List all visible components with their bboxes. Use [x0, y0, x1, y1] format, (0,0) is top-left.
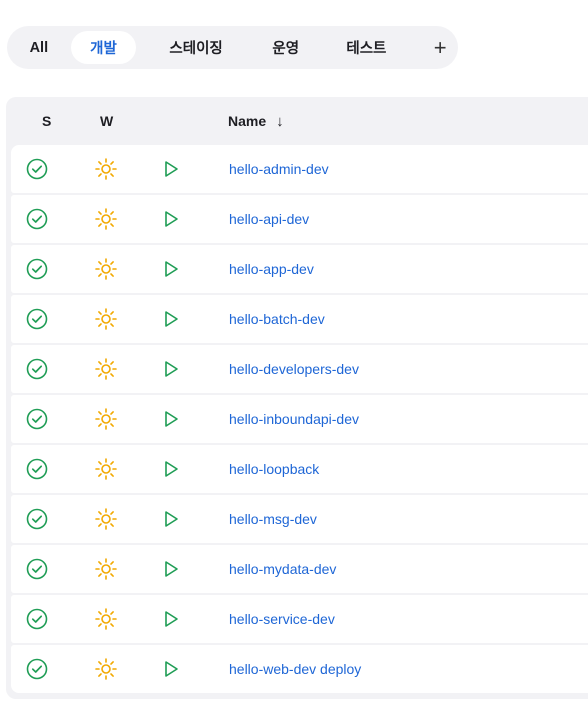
- jobs-table: S W Name ↓ hello-admin-dev hello-api-dev…: [6, 97, 588, 699]
- run-build-icon[interactable]: [156, 445, 186, 493]
- job-name-cell: hello-batch-dev: [229, 295, 325, 343]
- view-tabs: All 개발 스테이징 운영 테스트 +: [7, 26, 458, 69]
- header-name[interactable]: Name ↓: [228, 97, 284, 145]
- table-row: hello-mydata-dev: [11, 545, 588, 593]
- run-build-icon[interactable]: [156, 645, 186, 693]
- success-check-icon[interactable]: [22, 395, 52, 443]
- job-link[interactable]: hello-developers-dev: [229, 361, 359, 377]
- run-build-icon[interactable]: [156, 395, 186, 443]
- table-row: hello-msg-dev: [11, 495, 588, 543]
- success-check-icon[interactable]: [22, 495, 52, 543]
- table-body: hello-admin-dev hello-api-dev hello-app-…: [11, 145, 588, 695]
- tab-all[interactable]: All: [12, 31, 66, 64]
- job-name-cell: hello-web-dev deploy: [229, 645, 361, 693]
- sunny-icon[interactable]: [91, 295, 121, 343]
- sunny-icon[interactable]: [91, 145, 121, 193]
- run-build-icon[interactable]: [156, 595, 186, 643]
- job-link[interactable]: hello-mydata-dev: [229, 561, 336, 577]
- job-link[interactable]: hello-inboundapi-dev: [229, 411, 359, 427]
- success-check-icon[interactable]: [22, 245, 52, 293]
- run-build-icon[interactable]: [156, 345, 186, 393]
- job-name-cell: hello-admin-dev: [229, 145, 329, 193]
- sunny-icon[interactable]: [91, 395, 121, 443]
- tab-test[interactable]: 테스트: [334, 31, 400, 64]
- success-check-icon[interactable]: [22, 295, 52, 343]
- sunny-icon[interactable]: [91, 195, 121, 243]
- job-name-cell: hello-loopback: [229, 445, 319, 493]
- table-row: hello-inboundapi-dev: [11, 395, 588, 443]
- sunny-icon[interactable]: [91, 245, 121, 293]
- job-link[interactable]: hello-batch-dev: [229, 311, 325, 327]
- run-build-icon[interactable]: [156, 495, 186, 543]
- run-build-icon[interactable]: [156, 245, 186, 293]
- job-link[interactable]: hello-msg-dev: [229, 511, 317, 527]
- table-header: S W Name ↓: [6, 97, 588, 145]
- sunny-icon[interactable]: [91, 445, 121, 493]
- sunny-icon[interactable]: [91, 495, 121, 543]
- success-check-icon[interactable]: [22, 345, 52, 393]
- success-check-icon[interactable]: [22, 595, 52, 643]
- job-link[interactable]: hello-app-dev: [229, 261, 314, 277]
- job-name-cell: hello-developers-dev: [229, 345, 359, 393]
- sunny-icon[interactable]: [91, 345, 121, 393]
- header-status[interactable]: S: [42, 97, 51, 145]
- success-check-icon[interactable]: [22, 195, 52, 243]
- job-link[interactable]: hello-web-dev deploy: [229, 661, 361, 677]
- table-row: hello-admin-dev: [11, 145, 588, 193]
- run-build-icon[interactable]: [156, 545, 186, 593]
- sunny-icon[interactable]: [91, 545, 121, 593]
- run-build-icon[interactable]: [156, 295, 186, 343]
- job-name-cell: hello-msg-dev: [229, 495, 317, 543]
- table-row: hello-loopback: [11, 445, 588, 493]
- tab-dev[interactable]: 개발: [70, 31, 137, 64]
- table-row: hello-app-dev: [11, 245, 588, 293]
- job-link[interactable]: hello-loopback: [229, 461, 319, 477]
- job-link[interactable]: hello-admin-dev: [229, 161, 329, 177]
- tab-production[interactable]: 운영: [263, 31, 309, 64]
- table-row: hello-api-dev: [11, 195, 588, 243]
- sort-down-icon: ↓: [276, 112, 284, 130]
- table-row: hello-developers-dev: [11, 345, 588, 393]
- header-name-label: Name: [228, 113, 267, 129]
- success-check-icon[interactable]: [22, 545, 52, 593]
- job-name-cell: hello-mydata-dev: [229, 545, 336, 593]
- table-row: hello-service-dev: [11, 595, 588, 643]
- job-name-cell: hello-inboundapi-dev: [229, 395, 359, 443]
- job-link[interactable]: hello-api-dev: [229, 211, 309, 227]
- success-check-icon[interactable]: [22, 445, 52, 493]
- sunny-icon[interactable]: [91, 645, 121, 693]
- success-check-icon[interactable]: [22, 645, 52, 693]
- job-name-cell: hello-api-dev: [229, 195, 309, 243]
- add-tab-button[interactable]: +: [422, 31, 458, 64]
- tab-staging[interactable]: 스테이징: [149, 31, 242, 64]
- table-row: hello-web-dev deploy: [11, 645, 588, 693]
- success-check-icon[interactable]: [22, 145, 52, 193]
- table-row: hello-batch-dev: [11, 295, 588, 343]
- run-build-icon[interactable]: [156, 195, 186, 243]
- header-weather[interactable]: W: [100, 97, 113, 145]
- run-build-icon[interactable]: [156, 145, 186, 193]
- job-name-cell: hello-app-dev: [229, 245, 314, 293]
- sunny-icon[interactable]: [91, 595, 121, 643]
- job-name-cell: hello-service-dev: [229, 595, 335, 643]
- job-link[interactable]: hello-service-dev: [229, 611, 335, 627]
